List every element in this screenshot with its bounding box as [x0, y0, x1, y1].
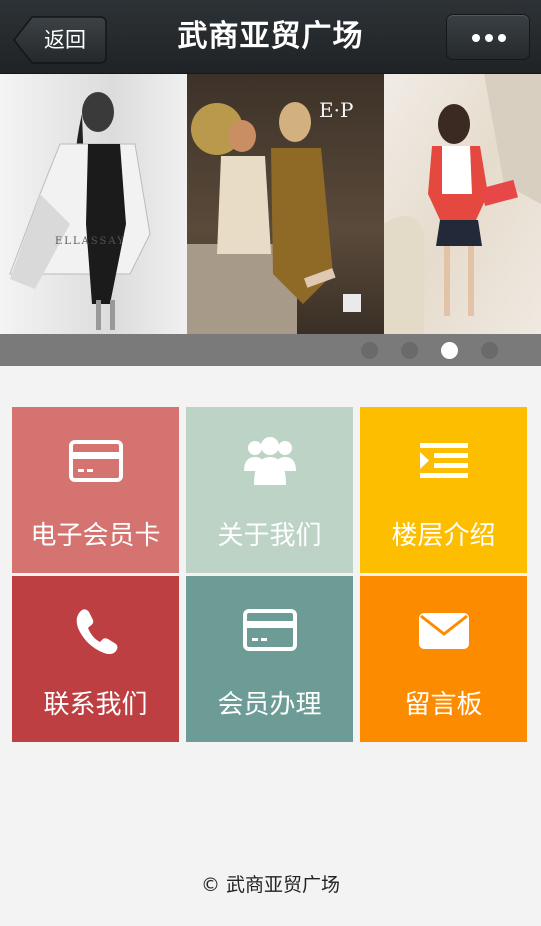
back-button[interactable]: 返回: [12, 15, 108, 65]
tile-floor-guide[interactable]: 楼层介绍: [360, 407, 527, 573]
banner-slide-1[interactable]: ELLASSAY: [0, 74, 187, 334]
pager-dot[interactable]: [361, 342, 378, 359]
back-button-label: 返回: [44, 28, 86, 52]
tile-about-us[interactable]: 关于我们: [186, 407, 353, 573]
mail-icon: [419, 613, 469, 649]
tile-membership[interactable]: 会员办理: [186, 576, 353, 742]
banner-slide-2[interactable]: E·P: [187, 74, 384, 334]
tile-contact-us[interactable]: 联系我们: [12, 576, 179, 742]
tile-label: 电子会员卡: [30, 521, 161, 551]
top-bar: 返回 武商亚贸广场: [0, 0, 541, 74]
tile-member-card[interactable]: 电子会员卡: [12, 407, 179, 573]
tile-label: 楼层介绍: [391, 521, 496, 551]
pager-dot[interactable]: [401, 342, 418, 359]
phone-icon: [76, 609, 118, 655]
brand-text: E·P: [319, 98, 354, 122]
card-icon: [243, 609, 297, 651]
tile-label: 联系我们: [43, 690, 148, 720]
fashion-model-image: [187, 102, 361, 334]
banner-carousel[interactable]: ELLASSAY E·P: [0, 74, 541, 334]
more-button[interactable]: [446, 14, 530, 60]
carousel-pager: [0, 334, 541, 366]
tile-label: 会员办理: [217, 690, 322, 720]
tile-message-board[interactable]: 留言板: [360, 576, 527, 742]
banner-slide-3[interactable]: [384, 74, 541, 334]
fashion-model-image: [384, 74, 541, 334]
list-icon: [420, 443, 468, 478]
card-icon: [69, 440, 123, 482]
tile-label: 留言板: [404, 690, 483, 720]
fashion-model-image: [9, 92, 151, 330]
pager-dot-active[interactable]: [441, 342, 458, 359]
tile-label: 关于我们: [217, 521, 322, 551]
footer-copyright: © 武商亚贸广场: [200, 874, 341, 896]
group-icon: [244, 437, 296, 485]
brand-text: ELLASSAY: [55, 236, 126, 247]
pager-dot[interactable]: [481, 342, 498, 359]
